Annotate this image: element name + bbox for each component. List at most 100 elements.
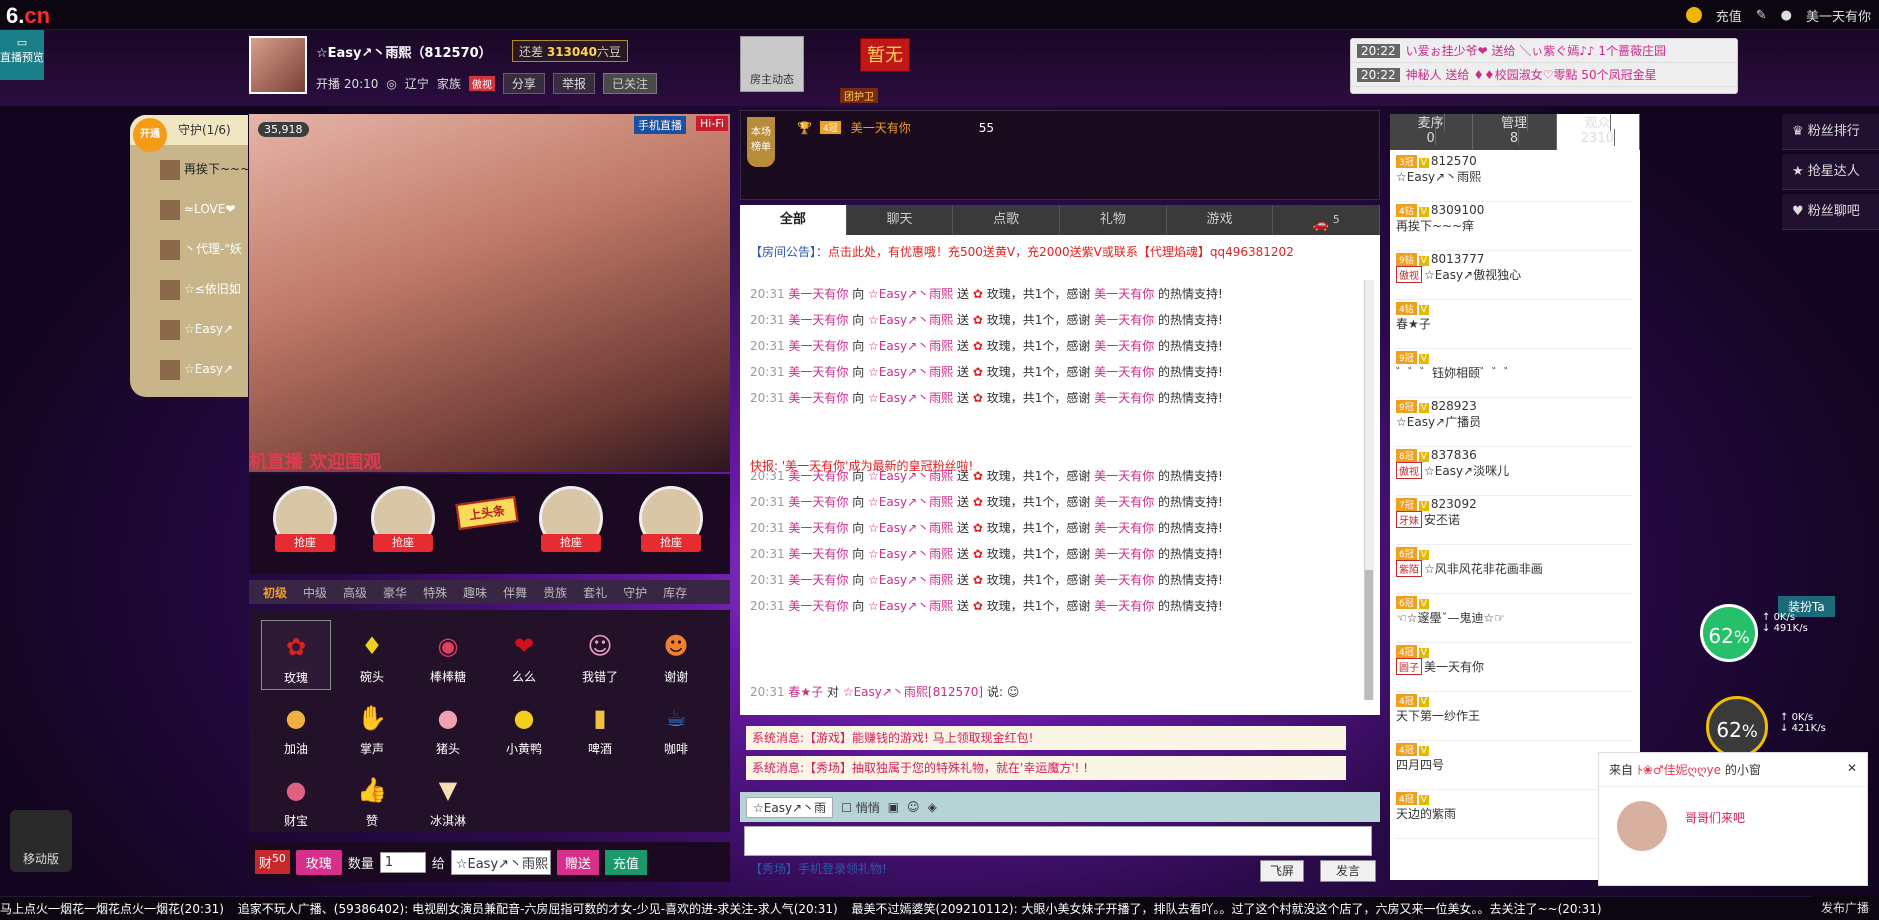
share-button[interactable]: 分享: [502, 73, 545, 94]
gift-item[interactable]: ▮ 啤酒: [565, 692, 635, 762]
open-guard-button[interactable]: 开通: [133, 118, 167, 152]
tab-gift[interactable]: 礼物: [1060, 205, 1167, 235]
mobile-gift-tip[interactable]: 【秀场】手机登录领礼物!: [750, 860, 887, 877]
gift-item[interactable]: ▼ 冰淇淋: [413, 764, 483, 834]
gift-tab[interactable]: 特殊: [415, 584, 455, 601]
grab-seat-button[interactable]: 抢座: [541, 534, 601, 552]
audience-row[interactable]: 4钻 V 春★子: [1396, 301, 1632, 349]
audience-row[interactable]: 7冠 V 823092 牙妹 安丕诺: [1396, 497, 1632, 545]
site-logo[interactable]: 6.cn: [6, 3, 50, 29]
gift-item[interactable]: ● 加油: [261, 692, 331, 762]
emoji-button[interactable]: ☺: [907, 800, 920, 814]
room-announcement[interactable]: 【房间公告】：点击此处，有优惠哦！充500送黄V，充2000送紫V或联系【代理焰…: [750, 243, 1294, 260]
gift-tab[interactable]: 高级: [335, 584, 375, 601]
followed-button[interactable]: 已关注: [602, 73, 657, 94]
host-dynamic-button[interactable]: 房主动态: [740, 36, 804, 92]
rank-label[interactable]: 本场榜单: [747, 117, 775, 167]
tab-audience[interactable]: 观众 2310: [1556, 114, 1640, 150]
audience-row[interactable]: 8冠 V 837836 傲视 ☆Easy↗淡咪儿: [1396, 448, 1632, 496]
gift-tab[interactable]: 套礼: [575, 584, 615, 601]
system-message[interactable]: 系统消息:【秀场】抽取独属于您的特殊礼物，就在'幸运魔方'! !: [746, 756, 1346, 780]
quantity-input[interactable]: 1: [379, 851, 426, 873]
mobile-version-button[interactable]: 移动版: [10, 810, 72, 872]
system-message[interactable]: 系统消息:【游戏】能赚钱的游戏! 马上领取现金红包!: [746, 726, 1346, 750]
image-icon[interactable]: ▣: [888, 800, 899, 814]
grab-seat-button[interactable]: 抢座: [275, 534, 335, 552]
audience-row[interactable]: 4冠 V 天下第一纱作王: [1396, 693, 1632, 741]
charge-link[interactable]: 充值: [1716, 6, 1742, 25]
gift-tab[interactable]: 中级: [295, 584, 335, 601]
gift-item[interactable]: ❤ 么么: [489, 620, 559, 690]
whisper-checkbox[interactable]: ☐ 悄悄: [841, 799, 880, 816]
audience-row[interactable]: 9冠 V ゛゛゛钰妳相颐゛゛゛: [1396, 350, 1632, 398]
gift-tab[interactable]: 守护: [615, 584, 655, 601]
audience-row[interactable]: 6冠 V 紫陌 ☆风非风花非花画非画: [1396, 546, 1632, 594]
audience-row[interactable]: 4钻 V 8309100 再挨下~~~痒: [1396, 203, 1632, 251]
audience-row[interactable]: 6冠 V ☜☆邃璺ˇ—鬼迪☆☞: [1396, 595, 1632, 643]
tab-mic-order[interactable]: 麦序 0: [1390, 114, 1474, 150]
gift-item[interactable]: ♦ 碗头: [337, 620, 407, 690]
guard-item[interactable]: ☆Easy↗: [138, 350, 248, 388]
star-button[interactable]: ★ 抢星达人: [1782, 154, 1879, 190]
send-button[interactable]: 发言: [1320, 860, 1376, 882]
gift-tab[interactable]: 趣味: [455, 584, 495, 601]
close-icon[interactable]: ✕: [1847, 761, 1857, 775]
gift-tab[interactable]: 贵族: [535, 584, 575, 601]
guard-item[interactable]: ☆≤依旧如: [138, 270, 248, 308]
gift-tab[interactable]: 豪华: [375, 584, 415, 601]
fans-rank-button[interactable]: ♛ 粉丝排行: [1782, 114, 1879, 150]
private-window[interactable]: 来自 ﾄ❀♂佳妮ღღye 的小窗 ✕ 哥哥们来吧: [1598, 752, 1868, 886]
guard-item[interactable]: ☆Easy↗: [138, 310, 248, 348]
audience-row[interactable]: 9钻 V 8013777 傲视 ☆Easy↗傲视独心: [1396, 252, 1632, 300]
gift-item[interactable]: ☻ 谢谢: [641, 620, 711, 690]
flip-screen-button[interactable]: 飞屏: [1260, 860, 1304, 882]
tab-song[interactable]: 点歌: [953, 205, 1061, 235]
gift-item[interactable]: ☕ 咖啡: [641, 692, 711, 762]
guard-team-badge[interactable]: 团护卫: [840, 88, 878, 103]
host-avatar[interactable]: [249, 36, 307, 94]
report-button[interactable]: 举报: [552, 73, 595, 94]
tab-game[interactable]: 游戏: [1167, 205, 1274, 235]
headline-button[interactable]: 上头条: [455, 495, 519, 531]
give-button[interactable]: 赠送: [556, 849, 599, 875]
popup-avatar[interactable]: [1617, 801, 1667, 851]
audience-row[interactable]: 9冠 V 828923 ☆Easy↗广播员: [1396, 399, 1632, 447]
audience-row[interactable]: 4冠 V 天边的紫雨: [1396, 791, 1632, 839]
tab-car[interactable]: 🚗 5: [1273, 205, 1381, 235]
gift-tab[interactable]: 初级: [255, 584, 295, 601]
shield-icon[interactable]: ●: [1781, 8, 1792, 23]
gift-item[interactable]: 👍 赞: [337, 764, 407, 834]
gift-item[interactable]: ☺ 我错了: [565, 620, 635, 690]
coin-icon[interactable]: [1685, 7, 1702, 23]
tab-chat[interactable]: 聊天: [847, 205, 954, 235]
edit-icon[interactable]: ✎: [1756, 8, 1767, 23]
gift-item[interactable]: ✋ 掌声: [337, 692, 407, 762]
grab-seat-button[interactable]: 抢座: [641, 534, 701, 552]
gift-item[interactable]: ● 小黄鸭: [489, 692, 559, 762]
chat-scroll-thumb[interactable]: [1365, 570, 1373, 700]
publish-broadcast-button[interactable]: 发布广播: [1810, 896, 1879, 920]
guard-item[interactable]: 再挨下~~~: [138, 150, 248, 188]
vip-emoji-icon[interactable]: ◈: [928, 800, 937, 814]
gift-item[interactable]: ◉ 棒棒糖: [413, 620, 483, 690]
gift-tab[interactable]: 伴舞: [495, 584, 535, 601]
tab-admin[interactable]: 管理 8: [1473, 114, 1557, 150]
gift-picker[interactable]: 玫瑰: [295, 849, 342, 875]
audience-row[interactable]: 4冠 V 圆子 美一天有你: [1396, 644, 1632, 692]
chat-input[interactable]: [744, 826, 1372, 856]
live-preview-button[interactable]: ▭ 直播预览: [0, 30, 44, 80]
chat-target-select[interactable]: ☆Easy↗丶雨: [746, 796, 834, 818]
grab-seat-button[interactable]: 抢座: [373, 534, 433, 552]
recipient-select[interactable]: ☆Easy↗丶雨熙: [450, 849, 551, 875]
video-stream[interactable]: [249, 114, 730, 472]
gift-rose[interactable]: ✿ 玫瑰: [261, 620, 331, 690]
guard-item[interactable]: ≈LOVE❤: [138, 190, 248, 228]
guard-item[interactable]: 丶代理-"妖: [138, 230, 248, 268]
audience-row[interactable]: 4冠 V 四月四号: [1396, 742, 1632, 790]
gift-item[interactable]: ● 猪头: [413, 692, 483, 762]
family-tag[interactable]: 傲视: [468, 76, 495, 91]
fans-chat-button[interactable]: ♥ 粉丝聊吧: [1782, 194, 1879, 230]
gift-item[interactable]: ● 财宝: [261, 764, 331, 834]
audience-row[interactable]: 3冠 V 812570 ☆Easy↗丶雨熙: [1396, 154, 1632, 202]
charge-button[interactable]: 充值: [604, 849, 647, 875]
